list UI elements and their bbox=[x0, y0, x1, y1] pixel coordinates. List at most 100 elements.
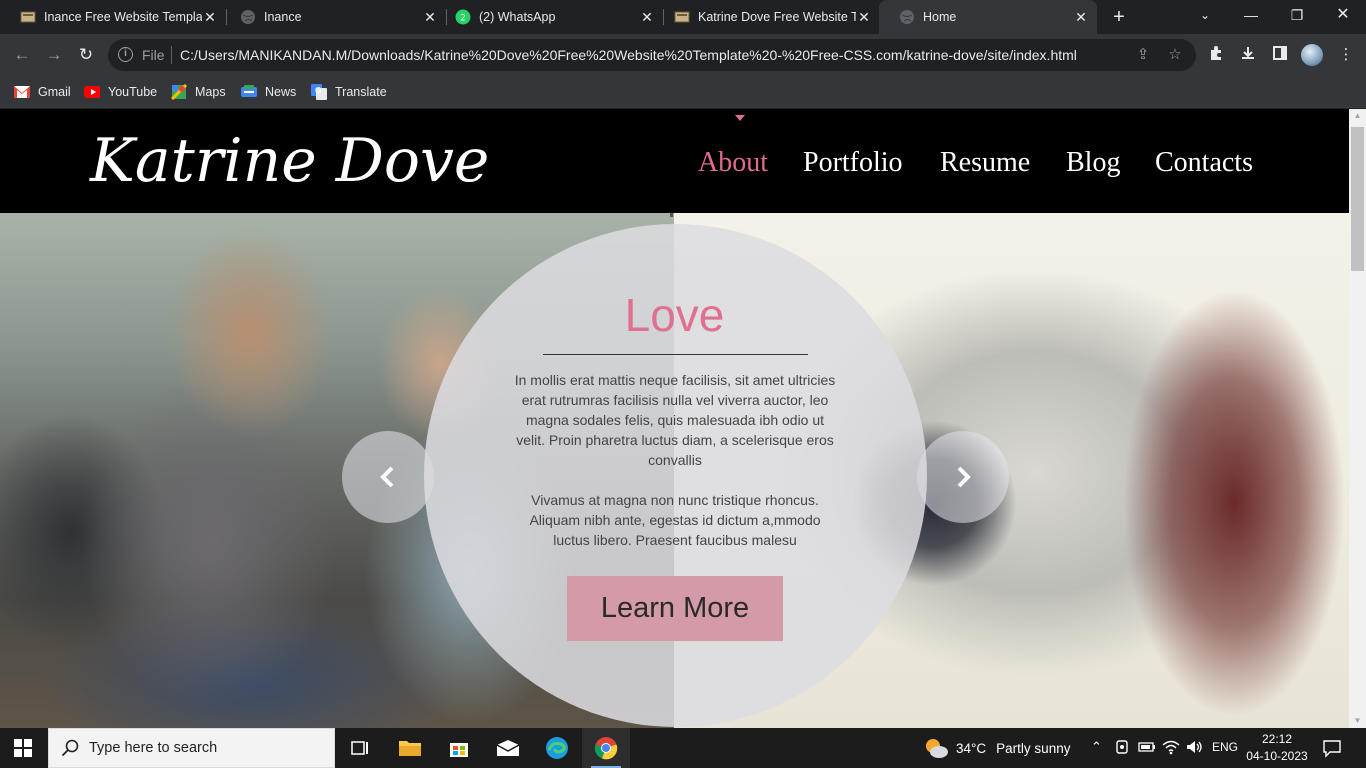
bookmark-star-icon[interactable]: ☆ bbox=[1166, 46, 1184, 64]
system-clock[interactable]: 22:12 04-10-2023 bbox=[1246, 731, 1308, 765]
weather-temp: 34°C bbox=[956, 740, 987, 756]
file-explorer-icon[interactable] bbox=[386, 728, 434, 768]
browser-toolbar: ← → ↻ i File C:/Users/MANIKANDAN.M/Downl… bbox=[0, 34, 1366, 76]
new-tab-button[interactable]: + bbox=[1108, 6, 1130, 28]
weather-widget[interactable]: 34°C Partly sunny bbox=[923, 736, 1070, 760]
address-bar[interactable]: i File C:/Users/MANIKANDAN.M/Downloads/K… bbox=[108, 39, 1196, 71]
scroll-down-icon[interactable]: ▼ bbox=[1349, 714, 1366, 728]
tab-strip: Inance Free Website Templat ✕ Inance ✕ 2… bbox=[0, 0, 1366, 34]
chrome-icon[interactable] bbox=[582, 728, 630, 768]
search-placeholder: Type here to search bbox=[89, 740, 218, 756]
url-text[interactable]: C:/Users/MANIKANDAN.M/Downloads/Katrine%… bbox=[180, 47, 1077, 63]
site-logo[interactable]: Katrine Dove bbox=[90, 123, 489, 199]
wifi-icon[interactable] bbox=[1162, 739, 1180, 758]
scroll-up-icon[interactable]: ▲ bbox=[1349, 109, 1366, 123]
page-icon bbox=[674, 9, 690, 25]
windows-taskbar: Type here to search 34°C Partly sunny ⌃ … bbox=[0, 728, 1366, 768]
extensions-icon[interactable] bbox=[1206, 45, 1226, 65]
profile-avatar[interactable] bbox=[1301, 44, 1323, 66]
bookmarks-bar: Gmail YouTube Maps News G Translate bbox=[0, 76, 1366, 108]
tab-home[interactable]: Home ✕ bbox=[879, 0, 1097, 34]
tab-title: (2) WhatsApp bbox=[479, 10, 556, 24]
tab-search-chevron-icon[interactable]: ⌄ bbox=[1182, 0, 1228, 34]
chevron-left-icon bbox=[380, 466, 394, 488]
chevron-right-icon bbox=[957, 466, 971, 488]
page-scrollbar[interactable]: ▲ ▼ bbox=[1349, 109, 1366, 728]
bookmark-news[interactable]: News bbox=[241, 82, 296, 102]
close-window-button[interactable]: ✕ bbox=[1320, 0, 1366, 34]
weather-condition: Partly sunny bbox=[996, 740, 1071, 756]
next-slide-button[interactable] bbox=[917, 431, 1009, 523]
globe-icon bbox=[240, 9, 256, 25]
bookmark-label: News bbox=[265, 85, 297, 99]
gmail-icon bbox=[14, 84, 30, 100]
edge-icon[interactable] bbox=[533, 728, 581, 768]
tab-inance-template[interactable]: Inance Free Website Templat ✕ bbox=[0, 0, 226, 34]
bookmark-maps[interactable]: Maps bbox=[171, 82, 226, 102]
page-icon bbox=[20, 9, 36, 25]
meet-now-icon[interactable] bbox=[1114, 739, 1130, 758]
omnibox-divider bbox=[171, 46, 172, 64]
nav-about[interactable]: About bbox=[698, 145, 768, 181]
side-panel-icon[interactable] bbox=[1270, 45, 1290, 65]
hero-title-rule bbox=[543, 354, 808, 355]
nav-blog[interactable]: Blog bbox=[1066, 145, 1120, 181]
tab-whatsapp[interactable]: 2 (2) WhatsApp ✕ bbox=[435, 0, 663, 34]
tab-inance[interactable]: Inance ✕ bbox=[220, 0, 446, 34]
globe-icon bbox=[899, 9, 915, 25]
info-icon[interactable]: i bbox=[118, 47, 133, 62]
tab-title: Home bbox=[923, 10, 957, 24]
bookmark-translate[interactable]: G Translate bbox=[311, 82, 387, 102]
close-tab-icon[interactable]: ✕ bbox=[639, 9, 655, 25]
prev-slide-button[interactable] bbox=[342, 431, 434, 523]
bookmark-gmail[interactable]: Gmail bbox=[14, 82, 71, 102]
partly-sunny-icon bbox=[926, 739, 948, 758]
nav-portfolio[interactable]: Portfolio bbox=[803, 145, 903, 181]
maps-icon bbox=[171, 84, 187, 100]
language-indicator[interactable]: ENG bbox=[1212, 740, 1238, 754]
task-view-icon[interactable] bbox=[336, 728, 384, 768]
taskbar-search-box[interactable]: Type here to search bbox=[48, 728, 335, 768]
menu-icon[interactable]: ⋮ bbox=[1336, 45, 1356, 65]
tab-katrine-dove-template[interactable]: Katrine Dove Free Website T ✕ bbox=[654, 0, 880, 34]
back-button[interactable]: ← bbox=[11, 44, 33, 66]
minimize-button[interactable]: — bbox=[1228, 0, 1274, 34]
mail-icon[interactable] bbox=[484, 728, 532, 768]
search-icon bbox=[61, 739, 79, 757]
show-hidden-icons-chevron-icon[interactable]: ⌃ bbox=[1091, 739, 1102, 755]
download-icon[interactable] bbox=[1238, 45, 1258, 65]
hero-paragraph-2: Vivamus at magna non nunc tristique rhon… bbox=[529, 492, 821, 548]
battery-icon[interactable] bbox=[1138, 739, 1156, 758]
nav-contacts[interactable]: Contacts bbox=[1155, 145, 1253, 181]
close-tab-icon[interactable]: ✕ bbox=[856, 9, 872, 25]
volume-icon[interactable] bbox=[1186, 739, 1204, 758]
close-tab-icon[interactable]: ✕ bbox=[202, 9, 218, 25]
nav-resume[interactable]: Resume bbox=[940, 145, 1030, 181]
hero-title: Love bbox=[624, 289, 725, 341]
reload-button[interactable]: ↻ bbox=[75, 44, 97, 66]
windows-start-icon[interactable] bbox=[14, 739, 32, 757]
learn-more-button[interactable]: Learn More bbox=[567, 576, 783, 641]
bookmark-label: Translate bbox=[335, 85, 387, 99]
tab-title: Inance bbox=[264, 10, 302, 24]
close-tab-icon[interactable]: ✕ bbox=[1073, 9, 1089, 25]
tab-title: Inance Free Website Templat bbox=[44, 10, 202, 24]
page-viewport: Katrine Dove About Portfolio Resume Blog… bbox=[0, 109, 1349, 728]
share-icon[interactable]: ⇪ bbox=[1134, 46, 1152, 64]
clock-date: 04-10-2023 bbox=[1246, 749, 1308, 763]
restore-button[interactable]: ❐ bbox=[1274, 0, 1320, 34]
site-header: Katrine Dove About Portfolio Resume Blog… bbox=[0, 109, 1349, 213]
microsoft-store-icon[interactable] bbox=[435, 728, 483, 768]
clock-time: 22:12 bbox=[1261, 732, 1293, 746]
whatsapp-icon: 2 bbox=[455, 9, 471, 25]
translate-icon: G bbox=[311, 84, 327, 100]
svg-text:2: 2 bbox=[460, 14, 466, 24]
bookmark-youtube[interactable]: YouTube bbox=[84, 82, 157, 102]
notifications-icon[interactable] bbox=[1322, 738, 1342, 758]
scrollbar-thumb[interactable] bbox=[1351, 127, 1364, 271]
hero-slider: Love In mollis erat mattis neque facilis… bbox=[0, 213, 1349, 728]
active-nav-pointer-icon bbox=[735, 115, 745, 121]
forward-button[interactable]: → bbox=[43, 44, 65, 66]
hero-divider-mark bbox=[670, 213, 673, 217]
news-icon bbox=[241, 84, 257, 100]
